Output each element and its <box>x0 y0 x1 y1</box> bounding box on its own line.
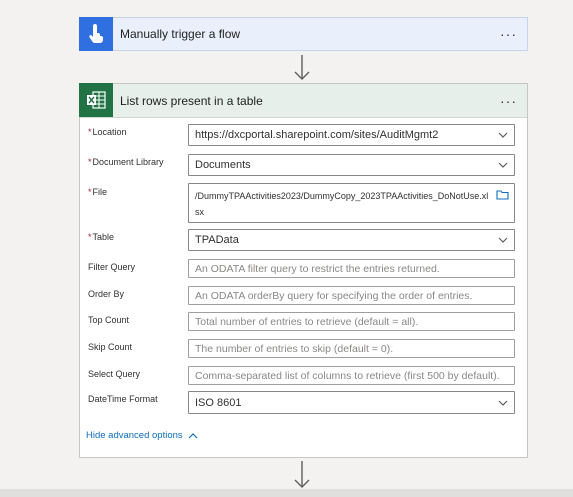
arrow-down-icon <box>294 461 310 488</box>
required-mark: * <box>88 187 92 197</box>
trigger-title: Manually trigger a flow <box>120 27 241 41</box>
required-mark: * <box>88 127 92 137</box>
trigger-more-button[interactable]: ··· <box>500 27 517 41</box>
required-mark: * <box>88 232 92 242</box>
location-label: Location <box>92 127 127 137</box>
top-placeholder: Total number of entries to retrieve (def… <box>195 315 419 328</box>
folder-icon[interactable] <box>496 189 509 200</box>
top-count-input[interactable]: Total number of entries to retrieve (def… <box>188 312 515 331</box>
action-header[interactable]: List rows present in a table ··· <box>79 83 527 118</box>
datetime-format-dropdown[interactable]: ISO 8601 <box>188 391 515 414</box>
file-input[interactable]: /DummyTPAActivities2023/DummyCopy_2023TP… <box>188 183 515 223</box>
orderby-row: Order By An ODATA orderBy query for spec… <box>88 285 515 305</box>
table-value: TPAData <box>195 234 239 246</box>
required-mark: * <box>88 157 92 167</box>
skip-row: Skip Count The number of entries to skip… <box>88 338 515 358</box>
advanced-link-label: Hide advanced options <box>86 430 183 441</box>
select-row: Select Query Comma-separated list of col… <box>88 365 515 385</box>
top-row: Top Count Total number of entries to ret… <box>88 311 515 331</box>
table-label: Table <box>92 232 115 242</box>
datetime-row: DateTime Format ISO 8601 <box>88 390 515 414</box>
filter-query-input[interactable]: An ODATA filter query to restrict the en… <box>188 259 515 278</box>
arrow-down-icon <box>294 55 310 80</box>
top-label: Top Count <box>88 315 130 325</box>
filter-label: Filter Query <box>88 262 136 272</box>
hide-advanced-options-link[interactable]: Hide advanced options <box>86 430 198 441</box>
select-placeholder: Comma-separated list of columns to retri… <box>195 369 500 382</box>
select-label: Select Query <box>88 369 141 379</box>
library-value: Documents <box>195 159 251 171</box>
chevron-down-icon <box>498 237 508 243</box>
skip-label: Skip Count <box>88 342 133 352</box>
orderby-label: Order By <box>88 289 125 299</box>
chevron-down-icon <box>498 132 508 138</box>
hand-tap-icon <box>79 16 113 51</box>
filter-placeholder: An ODATA filter query to restrict the en… <box>195 262 440 275</box>
table-row: *Table TPAData <box>88 228 515 252</box>
trigger-card[interactable]: Manually trigger a flow ··· <box>79 16 528 51</box>
location-value: https://dxcportal.sharepoint.com/sites/A… <box>195 129 439 141</box>
datetime-value: ISO 8601 <box>195 396 242 409</box>
orderby-placeholder: An ODATA orderBy query for specifying th… <box>195 289 473 302</box>
library-row: *Document Library Documents <box>88 153 515 177</box>
location-row: *Location https://dxcportal.sharepoint.c… <box>88 123 515 147</box>
excel-icon <box>79 83 113 117</box>
skip-placeholder: The number of entries to skip (default =… <box>195 342 394 355</box>
file-label: File <box>92 187 108 197</box>
filter-row: Filter Query An ODATA filter query to re… <box>88 258 515 278</box>
chevron-up-icon <box>188 433 198 439</box>
action-card: List rows present in a table ··· *Locati… <box>79 83 528 458</box>
file-value: /DummyTPAActivities2023/DummyCopy_2023TP… <box>195 191 489 217</box>
select-query-input[interactable]: Comma-separated list of columns to retri… <box>188 366 515 385</box>
table-dropdown[interactable]: TPAData <box>188 229 515 251</box>
chevron-down-icon <box>498 162 508 168</box>
chevron-down-icon <box>498 400 508 406</box>
datetime-label: DateTime Format <box>88 394 158 404</box>
location-dropdown[interactable]: https://dxcportal.sharepoint.com/sites/A… <box>188 124 515 146</box>
order-by-input[interactable]: An ODATA orderBy query for specifying th… <box>188 286 515 305</box>
library-label: Document Library <box>92 157 164 167</box>
action-more-button[interactable]: ··· <box>500 94 517 108</box>
library-dropdown[interactable]: Documents <box>188 154 515 176</box>
file-row: *File /DummyTPAActivities2023/DummyCopy_… <box>88 183 515 223</box>
bottom-divider <box>0 489 573 497</box>
skip-count-input[interactable]: The number of entries to skip (default =… <box>188 339 515 358</box>
action-title: List rows present in a table <box>120 93 263 108</box>
